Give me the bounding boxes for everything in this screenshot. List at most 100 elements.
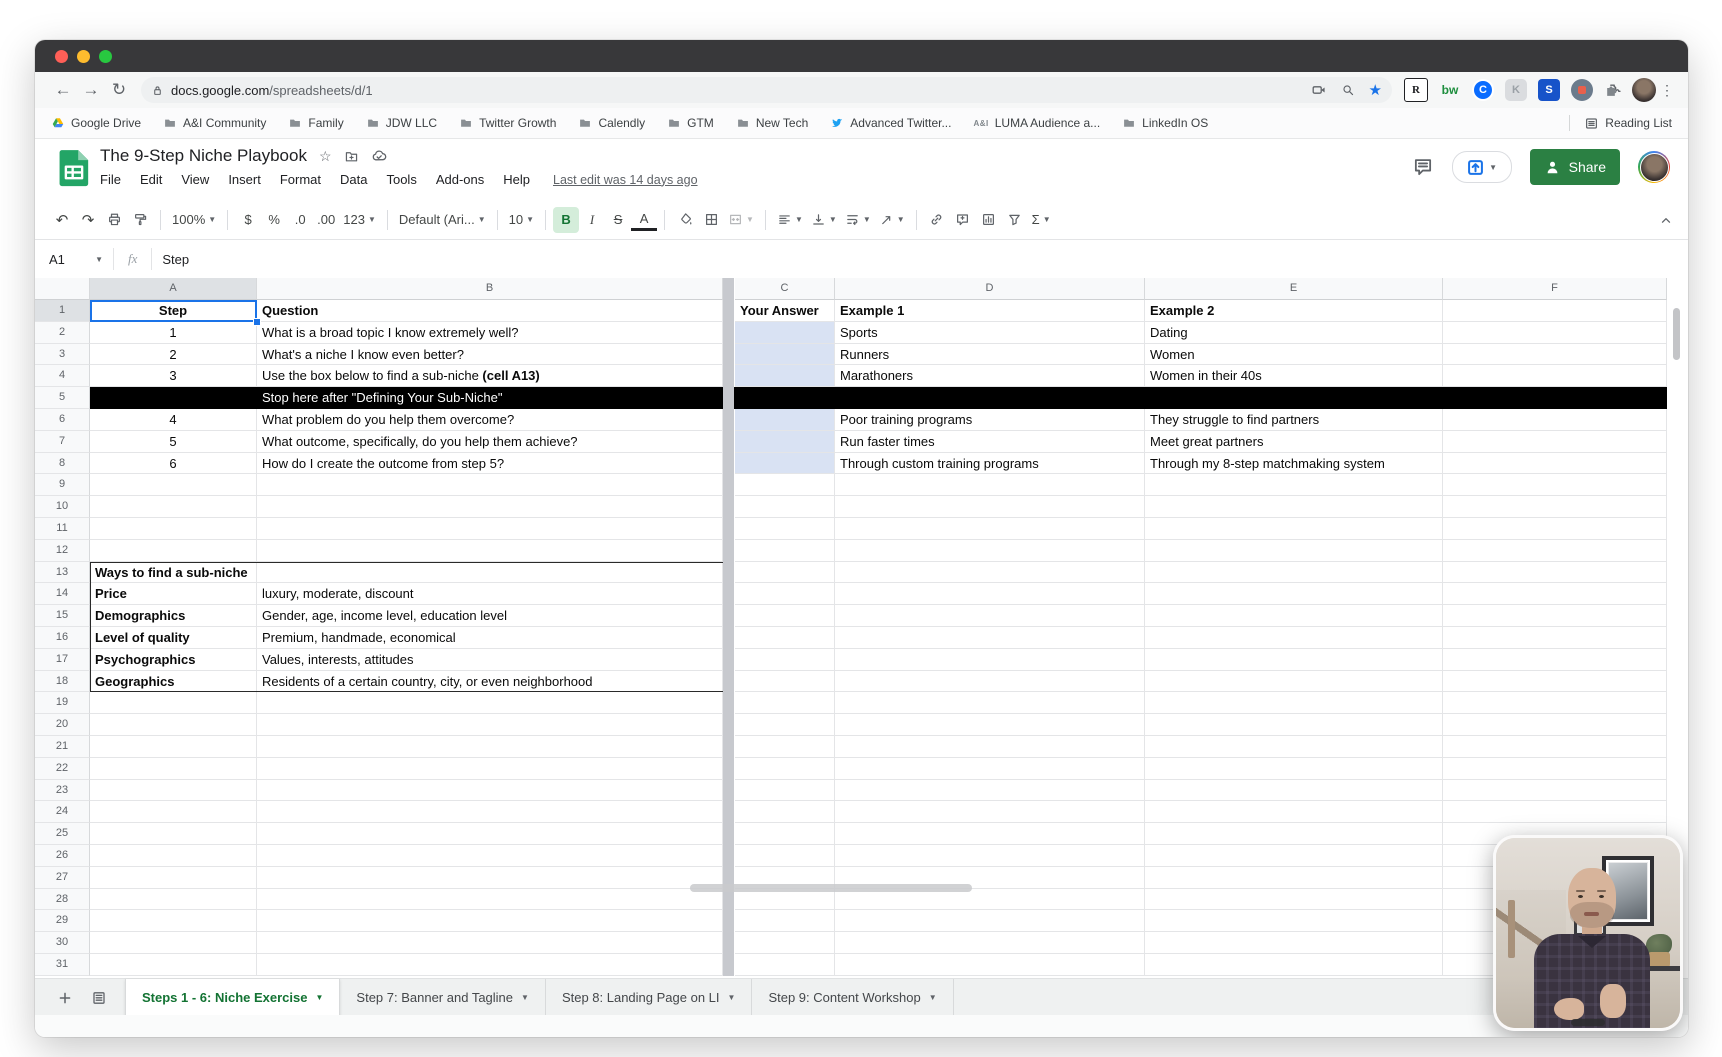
cell-A8[interactable]: 6 — [90, 453, 257, 475]
move-to-folder-icon[interactable] — [344, 149, 359, 164]
cell-B29[interactable] — [257, 910, 723, 932]
cell-B26[interactable] — [257, 845, 723, 867]
cell-D21[interactable] — [835, 736, 1145, 758]
row-header-18[interactable]: 18 — [35, 671, 90, 693]
cell-C23[interactable] — [735, 780, 835, 802]
cell-B24[interactable] — [257, 801, 723, 823]
cell-D14[interactable] — [835, 583, 1145, 605]
cell-A5[interactable] — [90, 387, 257, 409]
cell-D3[interactable]: Runners — [835, 344, 1145, 366]
cell-F7[interactable] — [1443, 431, 1667, 453]
cell-E21[interactable] — [1145, 736, 1443, 758]
format-currency-button[interactable]: $ — [235, 207, 261, 233]
insert-comment-button[interactable] — [950, 207, 976, 233]
cell-C31[interactable] — [735, 954, 835, 976]
cell-C13[interactable] — [735, 562, 835, 584]
cell-D25[interactable] — [835, 823, 1145, 845]
menu-file[interactable]: File — [100, 172, 121, 187]
cell-D11[interactable] — [835, 518, 1145, 540]
merge-cells-button[interactable]: ▼ — [724, 207, 758, 233]
cell-D17[interactable] — [835, 649, 1145, 671]
cell-D15[interactable] — [835, 605, 1145, 627]
cell-E27[interactable] — [1145, 867, 1443, 889]
cell-E15[interactable] — [1145, 605, 1443, 627]
cell-A22[interactable] — [90, 758, 257, 780]
cell-B31[interactable] — [257, 954, 723, 976]
cell-F9[interactable] — [1443, 474, 1667, 496]
cell-D22[interactable] — [835, 758, 1145, 780]
cell-D29[interactable] — [835, 910, 1145, 932]
cell-A6[interactable]: 4 — [90, 409, 257, 431]
selection-fill-handle[interactable] — [253, 318, 261, 326]
cell-F21[interactable] — [1443, 736, 1667, 758]
row-header-7[interactable]: 7 — [35, 431, 90, 453]
bookmark-item[interactable]: Calendly — [578, 116, 645, 130]
cell-D10[interactable] — [835, 496, 1145, 518]
select-all-corner[interactable] — [35, 278, 90, 300]
extension-disabled[interactable]: K — [1505, 79, 1527, 101]
cell-C9[interactable] — [735, 474, 835, 496]
star-document-icon[interactable]: ☆ — [319, 148, 332, 165]
cell-B28[interactable] — [257, 889, 723, 911]
last-edit-link[interactable]: Last edit was 14 days ago — [553, 173, 698, 187]
cell-F18[interactable] — [1443, 671, 1667, 693]
cell-E28[interactable] — [1145, 889, 1443, 911]
cell-A10[interactable] — [90, 496, 257, 518]
cell-C4[interactable] — [735, 365, 835, 387]
cell-A27[interactable] — [90, 867, 257, 889]
cell-A16[interactable]: Level of quality — [90, 627, 257, 649]
presenter-webcam-video[interactable] — [1493, 835, 1683, 1031]
forward-button[interactable]: → — [77, 80, 105, 100]
account-avatar[interactable] — [1638, 151, 1670, 183]
menu-data[interactable]: Data — [340, 172, 367, 187]
row-header-5[interactable]: 5 — [35, 387, 90, 409]
name-box[interactable]: A1 ▼ — [35, 252, 113, 267]
cell-B4[interactable]: Use the box below to find a sub-niche (c… — [257, 365, 723, 387]
paint-format-button[interactable] — [127, 207, 153, 233]
cell-B6[interactable]: What problem do you help them overcome? — [257, 409, 723, 431]
cell-B8[interactable]: How do I create the outcome from step 5? — [257, 453, 723, 475]
cell-C14[interactable] — [735, 583, 835, 605]
cell-D26[interactable] — [835, 845, 1145, 867]
cell-D6[interactable]: Poor training programs — [835, 409, 1145, 431]
row-header-31[interactable]: 31 — [35, 954, 90, 976]
bookmark-item[interactable]: A&I Community — [163, 116, 266, 130]
cell-C20[interactable] — [735, 714, 835, 736]
cell-E1[interactable]: Example 2 — [1145, 300, 1443, 322]
cell-C3[interactable] — [735, 344, 835, 366]
print-button[interactable] — [101, 207, 127, 233]
row-header-21[interactable]: 21 — [35, 736, 90, 758]
cell-A28[interactable] — [90, 889, 257, 911]
cell-A18[interactable]: Geographics — [90, 671, 257, 693]
sheet-tab-2[interactable]: Step 7: Banner and Tagline▼ — [340, 979, 546, 1016]
cell-D13[interactable] — [835, 562, 1145, 584]
cell-E18[interactable] — [1145, 671, 1443, 693]
row-header-25[interactable]: 25 — [35, 823, 90, 845]
cell-E5[interactable] — [1145, 387, 1443, 409]
camera-icon[interactable] — [1311, 82, 1327, 98]
font-select[interactable]: Default (Ari...▼ — [395, 207, 490, 233]
vertical-scrollbar-thumb[interactable] — [1673, 308, 1680, 360]
italic-button[interactable]: I — [579, 207, 605, 233]
cell-C5[interactable] — [735, 387, 835, 409]
cell-B2[interactable]: What is a broad topic I know extremely w… — [257, 322, 723, 344]
cell-C15[interactable] — [735, 605, 835, 627]
share-button[interactable]: Share — [1530, 149, 1620, 185]
cell-C11[interactable] — [735, 518, 835, 540]
row-header-11[interactable]: 11 — [35, 518, 90, 540]
text-color-button[interactable]: A — [631, 211, 657, 231]
row-header-20[interactable]: 20 — [35, 714, 90, 736]
row-header-23[interactable]: 23 — [35, 780, 90, 802]
row-header-9[interactable]: 9 — [35, 474, 90, 496]
cell-F2[interactable] — [1443, 322, 1667, 344]
decrease-decimals-button[interactable]: .0 — [287, 207, 313, 233]
cell-E2[interactable]: Dating — [1145, 322, 1443, 344]
zoom-select[interactable]: 100%▼ — [168, 207, 220, 233]
cell-E31[interactable] — [1145, 954, 1443, 976]
cell-E6[interactable]: They struggle to find partners — [1145, 409, 1443, 431]
cell-E26[interactable] — [1145, 845, 1443, 867]
cell-A13[interactable]: Ways to find a sub-niche — [90, 562, 257, 584]
undo-button[interactable]: ↶ — [49, 207, 75, 233]
close-window-button[interactable] — [55, 50, 68, 63]
column-header-E[interactable]: E — [1145, 278, 1443, 300]
